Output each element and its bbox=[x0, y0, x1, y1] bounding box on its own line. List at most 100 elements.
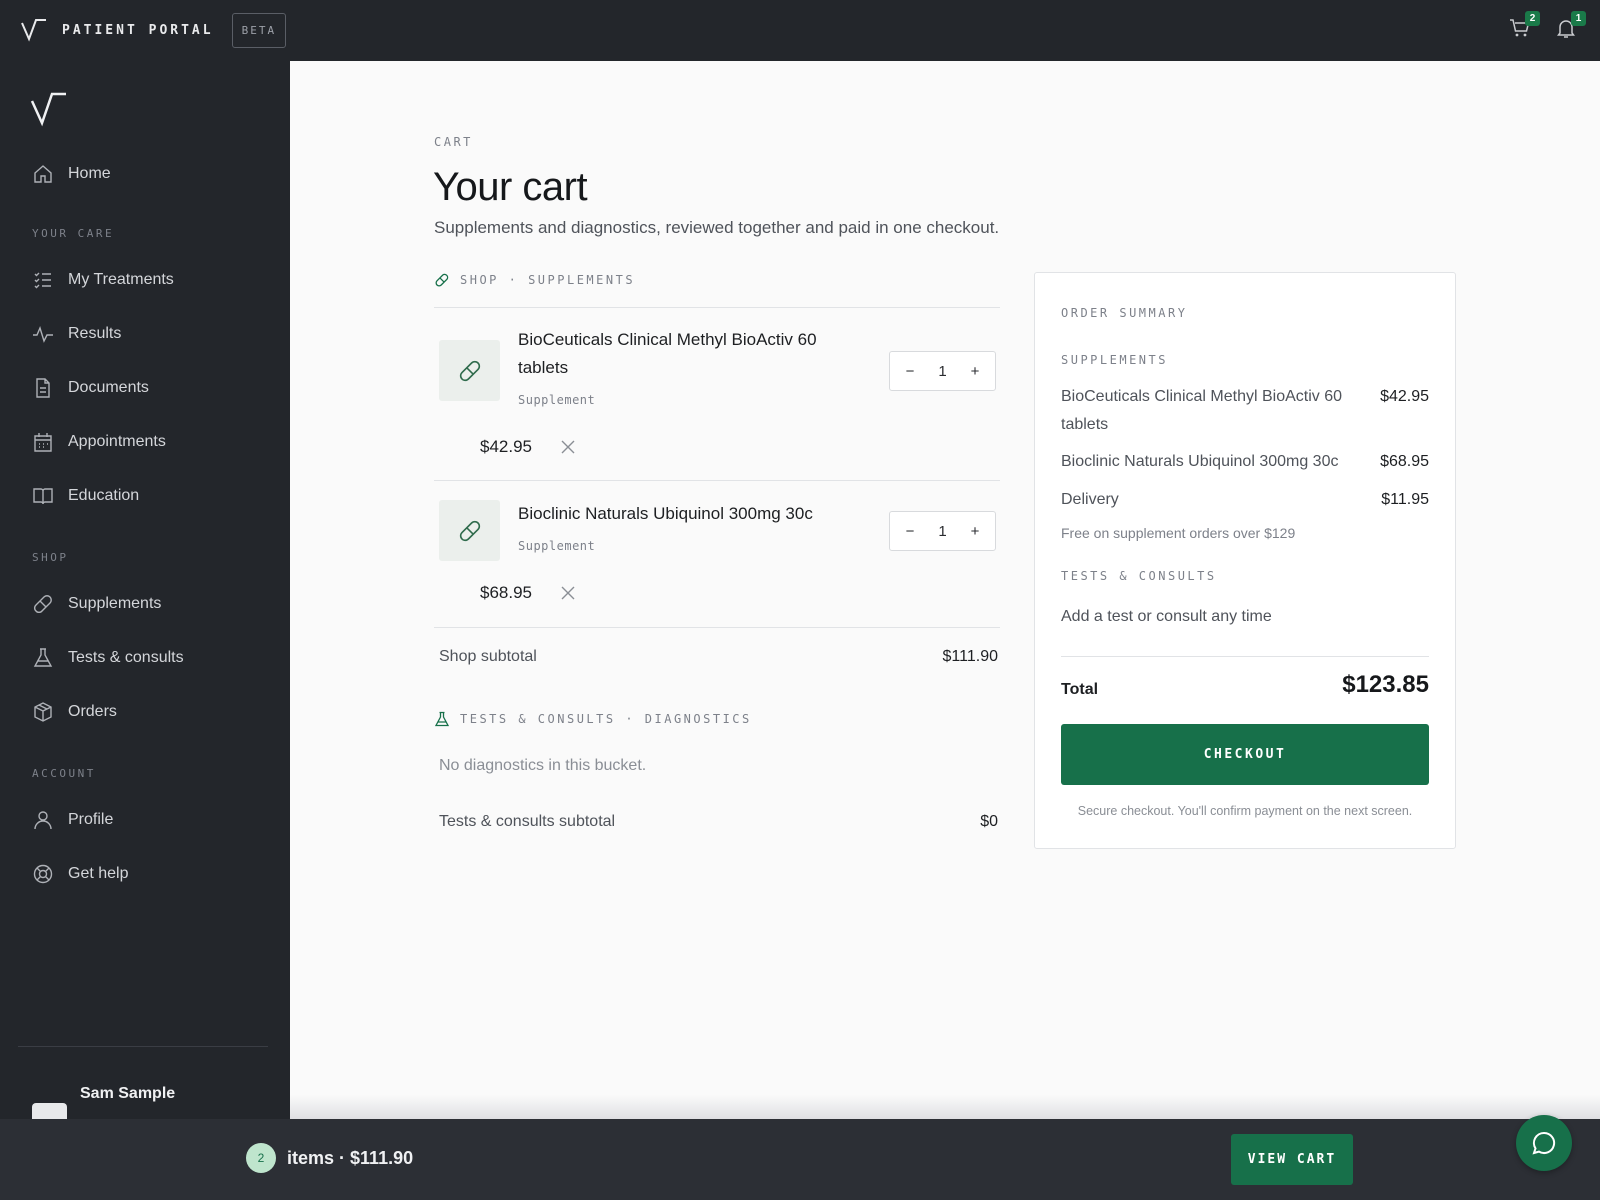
pill-icon bbox=[459, 520, 480, 541]
sidebar-item-label: Home bbox=[68, 165, 111, 182]
divider bbox=[1061, 656, 1429, 657]
sidebar: Home YOUR CARE My Treatments Results Doc… bbox=[0, 61, 290, 1119]
tests-subtotal-label: Tests & consults subtotal bbox=[439, 813, 616, 830]
checkout-button[interactable]: CHECKOUT bbox=[1061, 724, 1429, 785]
item-type: Supplement bbox=[518, 539, 596, 553]
pulse-icon bbox=[33, 325, 53, 343]
home-icon bbox=[34, 165, 52, 183]
sidebar-logo-icon[interactable] bbox=[30, 91, 68, 127]
brand-logo-icon[interactable] bbox=[20, 17, 48, 45]
sidebar-item-label: Supplements bbox=[68, 595, 162, 612]
quantity-stepper: − 1 + bbox=[889, 511, 996, 551]
pill-icon bbox=[435, 273, 449, 287]
pill-icon bbox=[34, 595, 52, 613]
order-summary-card: ORDER SUMMARY SUPPLEMENTS BioCeuticals C… bbox=[1034, 272, 1456, 849]
summary-line-value: $68.95 bbox=[1380, 453, 1429, 470]
shop-subtotal-label: Shop subtotal bbox=[439, 648, 537, 665]
decrease-quantity-button[interactable]: − bbox=[902, 523, 918, 540]
sidebar-item-appointments[interactable]: Appointments bbox=[32, 431, 166, 453]
package-icon bbox=[34, 702, 52, 722]
sidebar-section-account: ACCOUNT bbox=[32, 767, 96, 780]
sidebar-item-home[interactable]: Home bbox=[32, 163, 111, 185]
notifications-button[interactable]: 1 bbox=[1554, 11, 1586, 40]
section-tests-consults: TESTS & CONSULTS · DIAGNOSTICS bbox=[434, 711, 752, 727]
chat-bubble-icon bbox=[1532, 1131, 1556, 1155]
item-thumbnail bbox=[439, 500, 500, 561]
increase-quantity-button[interactable]: + bbox=[967, 363, 983, 380]
sidebar-item-label: Results bbox=[68, 325, 122, 342]
sidebar-item-label: Education bbox=[68, 487, 140, 504]
sidebar-item-orders[interactable]: Orders bbox=[32, 701, 117, 723]
beta-badge: BETA bbox=[231, 13, 287, 48]
book-icon bbox=[33, 488, 53, 505]
divider bbox=[434, 307, 1000, 308]
sidebar-section-shop: SHOP bbox=[32, 551, 69, 564]
quantity-value: 1 bbox=[938, 362, 947, 380]
sidebar-item-label: Documents bbox=[68, 379, 149, 396]
total-label: Total bbox=[1061, 681, 1099, 698]
avatar[interactable] bbox=[32, 1103, 67, 1119]
total-value: $123.85 bbox=[1342, 671, 1429, 698]
sidebar-item-label: Profile bbox=[68, 811, 114, 828]
section-title: SHOP · SUPPLEMENTS bbox=[460, 273, 636, 287]
cart-count-badge: 2 bbox=[1525, 11, 1540, 26]
item-type: Supplement bbox=[518, 393, 596, 407]
lifebuoy-icon bbox=[33, 864, 53, 884]
page-eyebrow: CART bbox=[434, 135, 473, 149]
remove-item-icon[interactable] bbox=[560, 439, 576, 455]
remove-item-icon[interactable] bbox=[560, 585, 576, 601]
page-title: Your cart bbox=[433, 165, 588, 209]
flask-icon bbox=[434, 711, 450, 727]
sidebar-item-label: Orders bbox=[68, 703, 117, 720]
sidebar-item-results[interactable]: Results bbox=[32, 323, 121, 345]
brand-name: PATIENT PORTAL bbox=[62, 23, 214, 38]
top-bar: PATIENT PORTAL BETA 2 1 bbox=[0, 0, 1600, 61]
divider bbox=[434, 480, 1000, 481]
sidebar-item-get-help[interactable]: Get help bbox=[32, 863, 128, 885]
shop-subtotal-value: $111.90 bbox=[942, 648, 998, 665]
pill-icon bbox=[459, 360, 480, 381]
item-price: $42.95 bbox=[480, 437, 532, 456]
increase-quantity-button[interactable]: + bbox=[967, 523, 983, 540]
quantity-stepper: − 1 + bbox=[889, 351, 996, 391]
page-subtitle: Supplements and diagnostics, reviewed to… bbox=[434, 218, 1000, 237]
flask-icon bbox=[33, 648, 53, 667]
sidebar-item-profile[interactable]: Profile bbox=[32, 809, 113, 831]
user-name[interactable]: Sam Sample bbox=[80, 1085, 175, 1103]
sidebar-item-label: My Treatments bbox=[68, 271, 174, 288]
summary-line-label: BioCeuticals Clinical Methyl BioActiv 60… bbox=[1061, 388, 1342, 433]
delivery-label: Delivery bbox=[1061, 491, 1119, 508]
view-cart-button[interactable]: VIEW CART bbox=[1231, 1134, 1353, 1185]
sidebar-item-education[interactable]: Education bbox=[32, 485, 139, 507]
item-name[interactable]: Bioclinic Naturals Ubiquinol 300mg 30c bbox=[518, 500, 858, 528]
chat-button[interactable] bbox=[1516, 1115, 1572, 1171]
cart-button[interactable]: 2 bbox=[1508, 11, 1540, 40]
sidebar-item-tests-consults[interactable]: Tests & consults bbox=[32, 647, 184, 669]
sidebar-item-label: Get help bbox=[68, 865, 129, 882]
sidebar-item-label: Tests & consults bbox=[68, 649, 184, 666]
sidebar-item-supplements[interactable]: Supplements bbox=[32, 593, 161, 615]
tests-subtotal-value: $0 bbox=[980, 813, 998, 830]
notifications-count-badge: 1 bbox=[1571, 11, 1586, 26]
summary-line-label: Bioclinic Naturals Ubiquinol 300mg 30c bbox=[1061, 453, 1339, 470]
bottom-bar-shadow bbox=[290, 1095, 1600, 1119]
item-name[interactable]: BioCeuticals Clinical Methyl BioActiv 60… bbox=[518, 326, 858, 382]
item-price: $68.95 bbox=[480, 583, 532, 602]
item-thumbnail bbox=[439, 340, 500, 401]
summary-line-value: $42.95 bbox=[1380, 388, 1429, 405]
delivery-note: Free on supplement orders over $129 bbox=[1061, 525, 1296, 541]
calendar-icon bbox=[34, 433, 52, 452]
tests-note: Add a test or consult any time bbox=[1061, 608, 1272, 625]
sidebar-item-my-treatments[interactable]: My Treatments bbox=[32, 269, 174, 291]
document-icon bbox=[36, 378, 50, 398]
secure-checkout-note: Secure checkout. You'll confirm payment … bbox=[1077, 804, 1413, 818]
sidebar-item-documents[interactable]: Documents bbox=[32, 377, 149, 399]
cart-item-count-badge: 2 bbox=[246, 1143, 276, 1173]
user-icon bbox=[34, 811, 52, 830]
summary-tests-heading: TESTS & CONSULTS bbox=[1061, 569, 1217, 583]
sidebar-divider bbox=[18, 1046, 268, 1047]
sidebar-item-label: Appointments bbox=[68, 433, 166, 450]
cart-summary-text: items · $111.90 bbox=[287, 1148, 414, 1168]
decrease-quantity-button[interactable]: − bbox=[902, 363, 918, 380]
summary-supplements-heading: SUPPLEMENTS bbox=[1061, 353, 1168, 367]
